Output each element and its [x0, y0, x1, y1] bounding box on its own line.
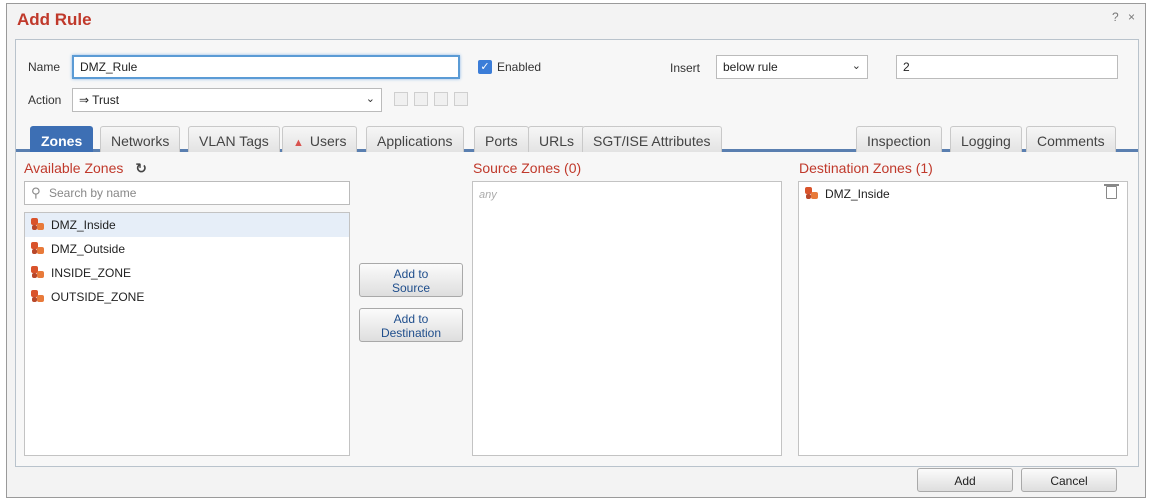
chevron-down-icon: ⌄ — [851, 60, 861, 72]
available-zones-title: Available Zones — [24, 160, 124, 176]
source-zones-heading: Source Zones (0) — [473, 160, 582, 176]
add-to-destination-line1: Add to — [393, 312, 429, 326]
add-to-source-line1: Add to — [393, 267, 429, 281]
cancel-button[interactable]: Cancel — [1021, 468, 1117, 492]
add-button[interactable]: Add — [917, 468, 1013, 492]
tab-ports[interactable]: Ports — [474, 126, 529, 152]
tab-applications[interactable]: Applications — [366, 126, 464, 152]
refresh-icon[interactable]: ↻ — [135, 160, 147, 176]
chevron-down-icon: ⌄ — [365, 93, 375, 105]
insert-select-value: below rule — [723, 60, 778, 74]
list-item-label: INSIDE_ZONE — [51, 266, 132, 280]
tab-users-label: Users — [309, 133, 347, 149]
action-select-value: Trust — [92, 93, 120, 107]
close-icon[interactable]: × — [1128, 10, 1135, 24]
list-item-label: DMZ_Inside — [51, 218, 116, 232]
source-zones-list[interactable]: any — [472, 181, 782, 456]
enabled-checkbox[interactable]: ✓ — [478, 60, 492, 74]
insert-label: Insert — [670, 61, 701, 75]
add-to-destination-button[interactable]: Add to Destination — [359, 308, 463, 342]
name-label: Name — [28, 60, 61, 74]
tab-urls[interactable]: URLs — [528, 126, 586, 152]
warning-icon: ▲ — [293, 137, 304, 149]
zone-icon — [31, 290, 46, 303]
add-to-destination-line2: Destination — [380, 326, 442, 340]
ips-policy-icon[interactable] — [394, 92, 408, 106]
list-item-label: OUTSIDE_ZONE — [51, 290, 145, 304]
arrow-right-icon: ⇒ — [79, 93, 93, 107]
list-item[interactable]: DMZ_Outside — [25, 237, 349, 261]
tab-zones[interactable]: Zones — [30, 126, 94, 152]
help-icon[interactable]: ? — [1112, 10, 1119, 24]
tab-vlan-tags[interactable]: VLAN Tags — [188, 126, 280, 152]
rule-editor: Name ✓ Enabled Insert below rule ⌄ Actio… — [15, 39, 1139, 467]
action-option-icons — [394, 92, 468, 106]
list-item-label: DMZ_Outside — [51, 242, 126, 256]
dialog-title: Add Rule — [17, 10, 92, 29]
enabled-label: Enabled — [497, 60, 542, 74]
tab-users[interactable]: ▲ Users — [282, 126, 358, 152]
tab-logging[interactable]: Logging — [950, 126, 1022, 152]
tab-comments[interactable]: Comments — [1026, 126, 1116, 152]
zone-icon — [31, 218, 46, 231]
search-placeholder: Search by name — [49, 186, 137, 200]
trash-icon[interactable] — [1104, 184, 1119, 199]
list-item[interactable]: DMZ_Inside — [799, 182, 1127, 206]
add-to-source-line2: Source — [391, 281, 431, 295]
destination-zones-list[interactable]: DMZ_Inside — [798, 181, 1128, 456]
comment-icon[interactable] — [454, 92, 468, 106]
action-label: Action — [28, 93, 62, 107]
insert-position-field[interactable] — [896, 55, 1118, 79]
add-to-source-button[interactable]: Add to Source — [359, 263, 463, 297]
zone-icon — [31, 242, 46, 255]
logging-icon[interactable] — [434, 92, 448, 106]
tab-sgt-ise-attributes[interactable]: SGT/ISE Attributes — [582, 126, 722, 152]
search-icon: ⚲ — [31, 185, 41, 200]
file-policy-icon[interactable] — [414, 92, 428, 106]
available-zones-heading: Available Zones ↻ — [24, 160, 147, 177]
add-rule-dialog: Add Rule ? × Name ✓ Enabled Insert below… — [6, 3, 1146, 498]
tab-inspection[interactable]: Inspection — [856, 126, 942, 152]
source-empty-text: any — [479, 189, 497, 201]
action-select[interactable]: ⇒ Trust ⌄ — [72, 88, 382, 112]
zone-icon — [805, 187, 820, 200]
list-item[interactable]: DMZ_Inside — [25, 213, 349, 237]
rule-tabs: Zones Networks VLAN Tags ▲ Users Applicat… — [16, 126, 1138, 152]
zone-icon — [31, 266, 46, 279]
list-item[interactable]: OUTSIDE_ZONE — [25, 285, 349, 309]
window-controls: ? × — [1106, 10, 1135, 24]
available-zones-list[interactable]: DMZ_Inside DMZ_Outside INSIDE_ZONE OUTSI… — [24, 212, 350, 456]
zone-search-input[interactable]: ⚲ Search by name — [24, 181, 350, 205]
insert-select[interactable]: below rule ⌄ — [716, 55, 868, 79]
list-item-label: DMZ_Inside — [825, 187, 890, 201]
destination-zones-heading: Destination Zones (1) — [799, 160, 933, 176]
tab-networks[interactable]: Networks — [100, 126, 181, 152]
list-item[interactable]: INSIDE_ZONE — [25, 261, 349, 285]
name-field[interactable] — [72, 55, 460, 79]
